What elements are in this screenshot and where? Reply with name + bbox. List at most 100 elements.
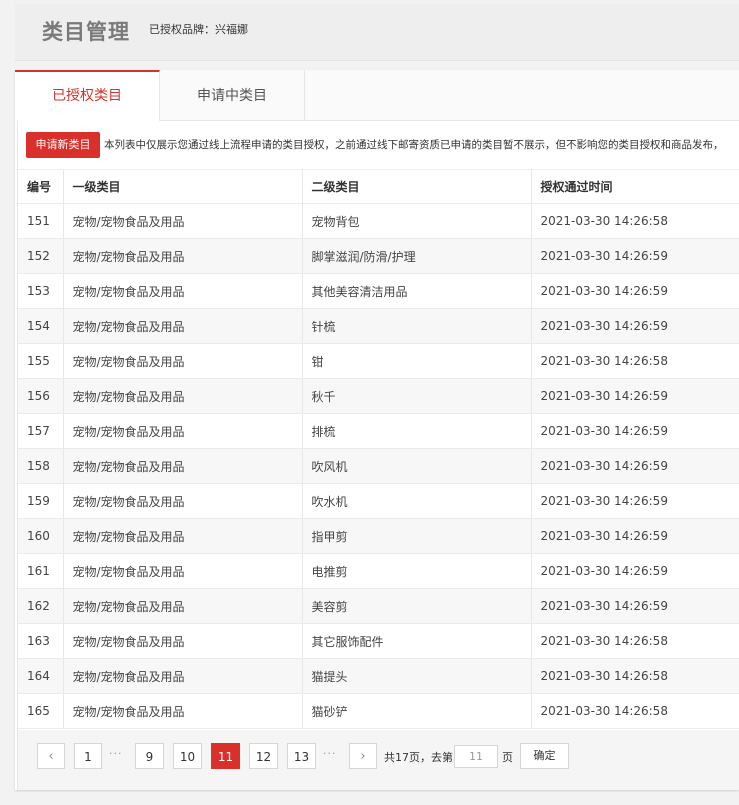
column-header-id: 编号 bbox=[18, 170, 64, 204]
table-row: 162 宠物/宠物食品及用品 美容剪 2021-03-30 14:26:59 bbox=[18, 588, 739, 624]
table-row: 158 宠物/宠物食品及用品 吹风机 2021-03-30 14:26:59 bbox=[18, 448, 739, 484]
tab-content: 申请新类目 本列表中仅展示您通过线上流程申请的类目授权，之前通过线下邮寄资质已申… bbox=[17, 121, 739, 790]
cell-level2-category: 脚掌滋润/防滑/护理 bbox=[302, 238, 532, 274]
cell-id: 164 bbox=[18, 658, 64, 694]
cell-id: 156 bbox=[18, 378, 64, 414]
next-page-button[interactable]: › bbox=[349, 743, 377, 769]
cell-approved-time: 2021-03-30 14:26:58 bbox=[531, 693, 739, 729]
tab-authorized-categories[interactable]: 已授权类目 bbox=[15, 70, 160, 121]
cell-approved-time: 2021-03-30 14:26:58 bbox=[531, 658, 739, 694]
cell-level2-category: 猫砂铲 bbox=[302, 693, 532, 729]
tab-bar: 已授权类目 申请中类目 bbox=[15, 70, 739, 121]
cell-level1-category: 宠物/宠物食品及用品 bbox=[63, 693, 303, 729]
table-row: 154 宠物/宠物食品及用品 针梳 2021-03-30 14:26:59 bbox=[18, 308, 739, 344]
table-header-row: 编号 一级类目 二级类目 授权通过时间 bbox=[18, 170, 739, 204]
cell-level1-category: 宠物/宠物食品及用品 bbox=[63, 238, 303, 274]
cell-level1-category: 宠物/宠物食品及用品 bbox=[63, 413, 303, 449]
table-row: 156 宠物/宠物食品及用品 秋千 2021-03-30 14:26:59 bbox=[18, 378, 739, 414]
cell-level2-category: 宠物背包 bbox=[302, 203, 532, 239]
goto-page-input[interactable] bbox=[454, 745, 498, 768]
category-panel: 已授权类目 申请中类目 申请新类目 本列表中仅展示您通过线上流程申请的类目授权，… bbox=[15, 70, 739, 790]
pagination-ellipsis-left: ··· bbox=[109, 747, 123, 760]
apply-new-category-button[interactable]: 申请新类目 bbox=[26, 132, 100, 158]
cell-id: 158 bbox=[18, 448, 64, 484]
page-button[interactable]: 10 bbox=[173, 743, 202, 769]
cell-id: 162 bbox=[18, 588, 64, 624]
cell-level1-category: 宠物/宠物食品及用品 bbox=[63, 203, 303, 239]
table-row: 151 宠物/宠物食品及用品 宠物背包 2021-03-30 14:26:58 bbox=[18, 203, 739, 239]
page-button[interactable]: 9 bbox=[135, 743, 164, 769]
cell-approved-time: 2021-03-30 14:26:59 bbox=[531, 553, 739, 589]
table-row: 159 宠物/宠物食品及用品 吹水机 2021-03-30 14:26:59 bbox=[18, 483, 739, 519]
cell-level1-category: 宠物/宠物食品及用品 bbox=[63, 553, 303, 589]
cell-approved-time: 2021-03-30 14:26:58 bbox=[531, 203, 739, 239]
cell-level2-category: 美容剪 bbox=[302, 588, 532, 624]
chevron-left-icon: ‹ bbox=[48, 749, 54, 764]
pagination-ellipsis-right: ··· bbox=[323, 747, 337, 760]
table-row: 152 宠物/宠物食品及用品 脚掌滋润/防滑/护理 2021-03-30 14:26:… bbox=[18, 238, 739, 274]
cell-approved-time: 2021-03-30 14:26:59 bbox=[531, 483, 739, 519]
cell-level1-category: 宠物/宠物食品及用品 bbox=[63, 623, 303, 659]
cell-id: 165 bbox=[18, 693, 64, 729]
notice-text: 本列表中仅展示您通过线上流程申请的类目授权，之前通过线下邮寄资质已申请的类目暂不… bbox=[104, 139, 724, 151]
page-total-text: 共17页，去第 bbox=[384, 751, 453, 764]
cell-level2-category: 针梳 bbox=[302, 308, 532, 344]
page-button[interactable]: 13 bbox=[287, 743, 316, 769]
cell-approved-time: 2021-03-30 14:26:58 bbox=[531, 623, 739, 659]
cell-id: 155 bbox=[18, 343, 64, 379]
cell-level2-category: 猫提头 bbox=[302, 658, 532, 694]
table-row: 164 宠物/宠物食品及用品 猫提头 2021-03-30 14:26:58 bbox=[18, 658, 739, 694]
cell-id: 152 bbox=[18, 238, 64, 274]
cell-level1-category: 宠物/宠物食品及用品 bbox=[63, 378, 303, 414]
cell-level2-category: 电推剪 bbox=[302, 553, 532, 589]
page-button[interactable]: 12 bbox=[249, 743, 278, 769]
cell-id: 163 bbox=[18, 623, 64, 659]
cell-level2-category: 排梳 bbox=[302, 413, 532, 449]
page-button-first[interactable]: 1 bbox=[74, 743, 102, 769]
cell-approved-time: 2021-03-30 14:26:59 bbox=[531, 588, 739, 624]
cell-id: 160 bbox=[18, 518, 64, 554]
pagination: ‹ 1 ··· 9 10 11 12 13 ··· › 共17页，去第 页 确定 bbox=[18, 730, 739, 790]
cell-level1-category: 宠物/宠物食品及用品 bbox=[63, 308, 303, 344]
confirm-goto-button[interactable]: 确定 bbox=[520, 743, 569, 769]
table-row: 155 宠物/宠物食品及用品钳 2021-03-30 14:26:58 bbox=[18, 343, 739, 379]
page-button-current[interactable]: 11 bbox=[211, 743, 240, 769]
cell-level2-category: 吹风机 bbox=[302, 448, 532, 484]
cell-approved-time: 2021-03-30 14:26:59 bbox=[531, 238, 739, 274]
table-row: 157 宠物/宠物食品及用品 排梳 2021-03-30 14:26:59 bbox=[18, 413, 739, 449]
cell-id: 161 bbox=[18, 553, 64, 589]
table-row: 153 宠物/宠物食品及用品 其他美容清洁用品 2021-03-30 14:26:59 bbox=[18, 273, 739, 309]
cell-level1-category: 宠物/宠物食品及用品 bbox=[63, 448, 303, 484]
cell-id: 153 bbox=[18, 273, 64, 309]
brand-name: 兴福娜 bbox=[215, 23, 248, 36]
cell-approved-time: 2021-03-30 14:26:59 bbox=[531, 413, 739, 449]
toolbar: 申请新类目 本列表中仅展示您通过线上流程申请的类目授权，之前通过线下邮寄资质已申… bbox=[18, 121, 739, 170]
cell-level2-category: 吹水机 bbox=[302, 483, 532, 519]
prev-page-button[interactable]: ‹ bbox=[37, 743, 65, 769]
cell-approved-time: 2021-03-30 14:26:59 bbox=[531, 378, 739, 414]
goto-page-suffix: 页 bbox=[502, 751, 513, 764]
cell-approved-time: 2021-03-30 14:26:59 bbox=[531, 273, 739, 309]
brand-label: 已授权品牌： bbox=[149, 23, 215, 36]
cell-level2-category: 指甲剪 bbox=[302, 518, 532, 554]
cell-level1-category: 宠物/宠物食品及用品 bbox=[63, 588, 303, 624]
page-title: 类目管理 bbox=[42, 20, 130, 44]
chevron-right-icon: › bbox=[360, 749, 366, 764]
column-header-approved-time: 授权通过时间 bbox=[531, 170, 739, 204]
cell-level2-category: 其他美容清洁用品 bbox=[302, 273, 532, 309]
column-header-level1: 一级类目 bbox=[63, 170, 303, 204]
column-header-level2: 二级类目 bbox=[302, 170, 532, 204]
cell-level1-category: 宠物/宠物食品及用品 bbox=[63, 273, 303, 309]
cell-level2-category: 钳 bbox=[302, 343, 532, 379]
cell-approved-time: 2021-03-30 14:26:59 bbox=[531, 308, 739, 344]
authorized-brand: 已授权品牌：兴福娜 bbox=[149, 21, 248, 37]
cell-approved-time: 2021-03-30 14:26:59 bbox=[531, 448, 739, 484]
table-row: 165 宠物/宠物食品及用品 猫砂铲 2021-03-30 14:26:58 bbox=[18, 693, 739, 729]
cell-id: 151 bbox=[18, 203, 64, 239]
tab-pending-categories[interactable]: 申请中类目 bbox=[160, 70, 305, 120]
table-row: 163 宠物/宠物食品及用品 其它服饰配件 2021-03-30 14:26:58 bbox=[18, 623, 739, 659]
cell-level2-category: 秋千 bbox=[302, 378, 532, 414]
cell-id: 159 bbox=[18, 483, 64, 519]
cell-id: 154 bbox=[18, 308, 64, 344]
cell-level1-category: 宠物/宠物食品及用品 bbox=[63, 518, 303, 554]
